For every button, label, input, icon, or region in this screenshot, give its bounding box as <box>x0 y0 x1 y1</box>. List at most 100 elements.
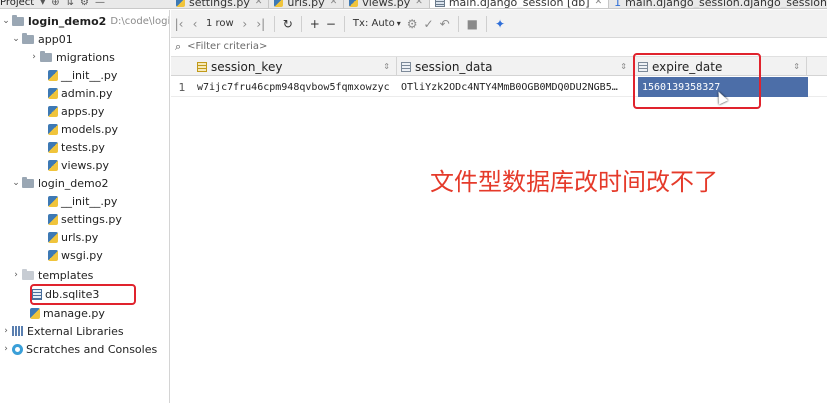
tree-item-apps[interactable]: apps.py <box>48 102 104 120</box>
scratches-icon <box>12 343 23 355</box>
sort-icon[interactable]: ⇕ <box>793 62 800 71</box>
tab-django-session-table[interactable]: main.django_session [db] ✕ <box>429 0 610 8</box>
tree-root[interactable]: ⌄ login_demo2 D:\code\login <box>0 12 170 30</box>
add-row-icon[interactable]: + <box>307 14 323 34</box>
close-icon[interactable]: ✕ <box>595 0 603 7</box>
project-view-label[interactable]: Project <box>0 0 34 8</box>
rollback-icon[interactable]: ↶ <box>437 14 453 34</box>
column-label: session_data <box>415 59 493 74</box>
submit-icon[interactable]: ✓ <box>421 14 437 34</box>
filter-search-icon: ⌕ <box>175 39 182 53</box>
chevron-right-icon[interactable]: › <box>28 52 40 62</box>
previous-page-icon[interactable]: ‹ <box>187 14 203 34</box>
row-count[interactable]: 1 row <box>203 14 237 34</box>
transaction-mode-dropdown[interactable]: Tx: Auto ▾ <box>350 14 404 34</box>
cell-session-data[interactable]: OTliYzk2ODc4NTY4MmB0OGB0MDQ0DU2NGB5… <box>397 77 634 97</box>
tree-item-login-demo2[interactable]: ⌄ login_demo2 <box>10 174 109 192</box>
python-file-icon <box>48 249 58 261</box>
python-file-icon <box>48 105 58 117</box>
python-file-icon <box>48 231 58 243</box>
editor-tabs: settings.py ✕ urls.py ✕ views.py ✕ main.… <box>171 0 827 9</box>
dropdown-arrow-icon[interactable]: ▾ <box>40 0 45 8</box>
db-file-highlight-box <box>30 284 136 305</box>
tree-item-manage[interactable]: manage.py <box>30 304 105 322</box>
column-header-session-data[interactable]: session_data ⇕ <box>397 57 634 76</box>
stop-icon[interactable]: ■ <box>464 14 481 34</box>
toolbar-divider <box>457 15 459 32</box>
tree-item-label: __init__.py <box>61 194 118 208</box>
tree-item-wsgi[interactable]: wsgi.py <box>48 246 103 264</box>
tree-item-admin[interactable]: admin.py <box>48 84 112 102</box>
refresh-icon[interactable]: ↻ <box>280 14 296 34</box>
project-tree: ⌄ login_demo2 D:\code\login ⌄ app01 › mi… <box>0 10 170 403</box>
tree-item-label: External Libraries <box>27 324 124 338</box>
tree-item-app01[interactable]: ⌄ app01 <box>10 30 73 48</box>
locate-target-icon[interactable]: ⊕ <box>51 0 59 8</box>
column-label: session_key <box>211 59 283 74</box>
tab-urls-py[interactable]: urls.py ✕ <box>269 0 345 8</box>
sort-icon[interactable]: ⇕ <box>620 62 627 71</box>
tab-django-session-expire-index[interactable]: 1 main.django_session.django_session_exp… <box>609 0 827 9</box>
python-file-icon <box>48 141 58 153</box>
folder-icon <box>12 14 24 26</box>
python-file-icon <box>30 307 40 319</box>
tree-item-label: templates <box>38 268 94 282</box>
first-page-icon[interactable]: |‹ <box>171 14 187 34</box>
hide-panel-icon[interactable]: — <box>95 0 105 8</box>
chevron-down-icon[interactable]: ⌄ <box>0 16 12 26</box>
tree-item-label: apps.py <box>61 104 105 118</box>
tab-label: settings.py <box>189 0 250 9</box>
gear-icon[interactable]: ⚙ <box>80 0 89 8</box>
tab-number: 1 <box>614 0 622 9</box>
tree-item-label: wsgi.py <box>61 248 103 262</box>
close-icon[interactable]: ✕ <box>255 0 263 7</box>
commit-settings-icon[interactable]: ⚙ <box>404 14 421 34</box>
chevron-down-icon[interactable]: ⌄ <box>10 34 22 44</box>
close-icon[interactable]: ✕ <box>415 0 423 7</box>
last-page-icon[interactable]: ›| <box>253 14 269 34</box>
python-file-icon <box>349 0 359 7</box>
tree-item-app01-init[interactable]: __init__.py <box>48 66 117 84</box>
tree-item-tests[interactable]: tests.py <box>48 138 105 156</box>
tree-item-label: login_demo2 <box>38 176 109 190</box>
filter-input[interactable]: <Filter criteria> <box>187 41 267 52</box>
column-header-session-key[interactable]: session_key ⇕ <box>193 57 397 76</box>
tree-item-urls[interactable]: urls.py <box>48 228 98 246</box>
tab-settings-py[interactable]: settings.py ✕ <box>171 0 270 9</box>
tree-item-settings[interactable]: settings.py <box>48 210 122 228</box>
project-tool-window-header[interactable]: Project ▾ ⊕ ⇅ ⚙ — <box>0 0 105 8</box>
python-file-icon <box>48 87 58 99</box>
tab-label: views.py <box>362 0 411 9</box>
tree-item-migrations[interactable]: › migrations <box>28 48 115 66</box>
python-file-icon <box>48 195 58 207</box>
chevron-down-icon[interactable]: ⌄ <box>10 178 22 188</box>
library-icon <box>12 326 24 336</box>
next-page-icon[interactable]: › <box>237 14 253 34</box>
tab-label: main.django_session.django_session_expir <box>625 0 827 9</box>
tree-root-path: D:\code\login <box>110 15 170 27</box>
tree-item-label: settings.py <box>61 212 122 226</box>
annotation-text: 文件型数据库改时间改不了 <box>430 168 718 196</box>
delete-row-icon[interactable]: − <box>323 14 339 34</box>
chevron-right-icon[interactable]: › <box>0 326 12 336</box>
tree-item-views[interactable]: views.py <box>48 156 109 174</box>
column-icon <box>401 61 411 72</box>
close-icon[interactable]: ✕ <box>330 0 338 7</box>
tree-item-models[interactable]: models.py <box>48 120 118 138</box>
collapse-all-icon[interactable]: ⇅ <box>66 0 74 8</box>
expire-date-highlight-box <box>633 53 761 109</box>
tree-item-scratches[interactable]: › Scratches and Consoles <box>0 340 157 358</box>
python-file-icon <box>176 0 185 7</box>
python-file-icon <box>274 0 284 7</box>
chevron-right-icon[interactable]: › <box>0 344 12 354</box>
tree-item-label: admin.py <box>61 86 113 100</box>
tree-item-external-libraries[interactable]: › External Libraries <box>0 322 124 340</box>
pin-tab-icon[interactable]: ✦ <box>492 14 508 34</box>
tree-item-label: Scratches and Consoles <box>26 342 158 356</box>
tab-views-py[interactable]: views.py ✕ <box>344 0 430 9</box>
tree-item-pkg-init[interactable]: __init__.py <box>48 192 117 210</box>
sort-icon[interactable]: ⇕ <box>383 62 390 71</box>
cell-session-key[interactable]: w7ijc7fru46cpm948qvbow5fqmxowzyc <box>193 77 397 97</box>
chevron-right-icon[interactable]: › <box>10 270 22 280</box>
tree-item-templates[interactable]: › templates <box>10 266 93 284</box>
